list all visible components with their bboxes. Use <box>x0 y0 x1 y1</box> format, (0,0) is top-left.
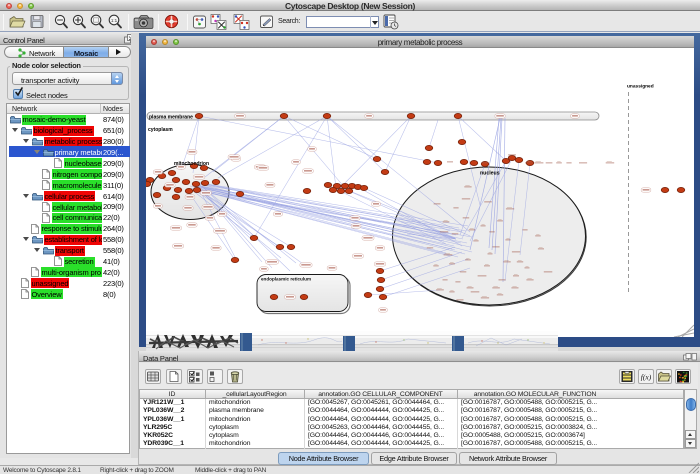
svg-text:mitochondrion: mitochondrion <box>174 161 209 167</box>
svg-text:nucleus: nucleus <box>480 171 500 177</box>
svg-text:f(x): f(x) <box>641 373 652 382</box>
svg-text:1:1: 1:1 <box>111 18 118 23</box>
svg-text:cytoplasm: cytoplasm <box>148 127 173 133</box>
svg-text:plasma membrane: plasma membrane <box>149 115 193 121</box>
svg-text:endoplasmic reticulum: endoplasmic reticulum <box>261 277 311 282</box>
svg-text:unassigned: unassigned <box>627 84 654 90</box>
